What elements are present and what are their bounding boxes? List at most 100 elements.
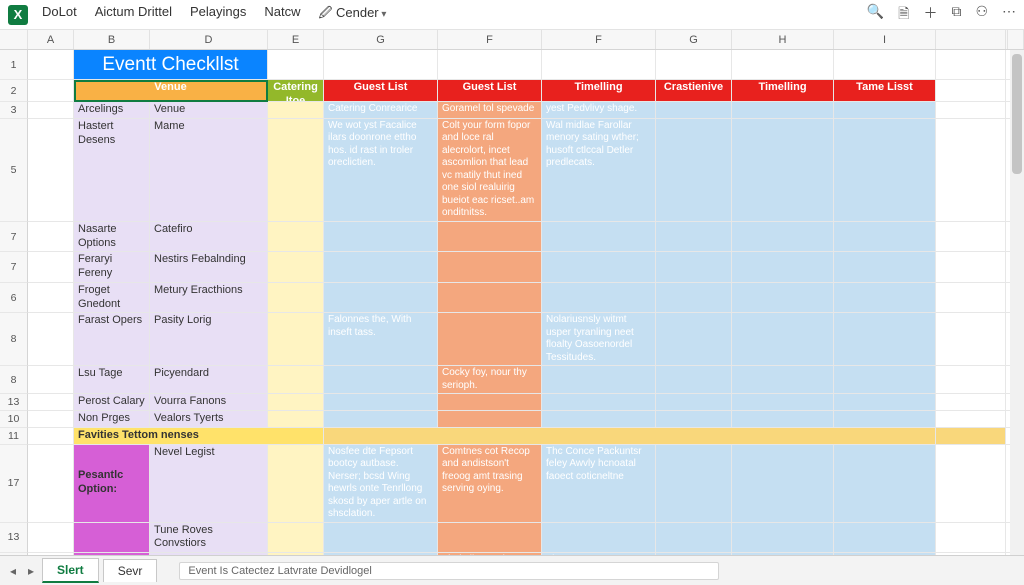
cell[interactable]: Catefiro [150, 222, 268, 253]
cell[interactable] [438, 283, 542, 314]
row-header[interactable]: 1 [0, 50, 28, 80]
cell[interactable]: Nestirs Febalnding [150, 252, 268, 283]
cell[interactable] [268, 222, 324, 253]
cell[interactable] [542, 222, 656, 253]
cell[interactable]: Nevel Legist [150, 445, 268, 523]
cell[interactable] [656, 411, 732, 428]
row-header[interactable]: 8 [0, 313, 28, 366]
cell[interactable] [834, 445, 936, 523]
more-icon[interactable]: ⋯ [1002, 3, 1016, 27]
header-timelling[interactable]: Timelling [732, 80, 834, 102]
cell[interactable] [936, 50, 1006, 80]
cell[interactable]: Cocky foy, nour thy serioph. [438, 366, 542, 394]
cell[interactable] [834, 313, 936, 366]
cell[interactable]: Arcelings [74, 102, 150, 119]
row-header[interactable]: 6 [0, 283, 28, 314]
cell[interactable] [268, 445, 324, 523]
cell[interactable] [542, 283, 656, 314]
cell[interactable] [28, 283, 74, 314]
cell[interactable] [438, 411, 542, 428]
cell[interactable] [268, 411, 324, 428]
tab-next-icon[interactable]: ▸ [24, 564, 38, 578]
cell[interactable] [732, 102, 834, 119]
cell[interactable] [438, 222, 542, 253]
cell[interactable]: Nosfee dte Fepsort bootcy autbase. Nerse… [324, 445, 438, 523]
cell[interactable] [268, 313, 324, 366]
cell[interactable]: Falonnes the, With inseft tass. [324, 313, 438, 366]
vertical-scrollbar[interactable] [1010, 50, 1024, 555]
cell[interactable]: Thc Conce Packuntsr feley Awvly hcnoatal… [542, 445, 656, 523]
cell[interactable] [936, 523, 1006, 554]
cell[interactable]: Catering Conrearice [324, 102, 438, 119]
menu-item[interactable]: Aictum Drittel [95, 4, 172, 26]
cell[interactable] [268, 102, 324, 119]
cell[interactable] [936, 411, 1006, 428]
row-header[interactable]: 13 [0, 523, 28, 554]
cell[interactable] [28, 428, 74, 445]
cell[interactable] [656, 119, 732, 222]
header-creative[interactable]: Crastienive [656, 80, 732, 102]
cell[interactable]: Venue [150, 102, 268, 119]
cell[interactable] [732, 523, 834, 554]
search-icon[interactable]: 🔍 [867, 3, 884, 27]
cell[interactable]: yest Pedvlivy shage. [542, 102, 656, 119]
cell[interactable] [438, 252, 542, 283]
cell[interactable]: Lsu Tage [74, 366, 150, 394]
cell[interactable] [542, 394, 656, 411]
cell[interactable]: Wal midlae Farollar menory sating wther;… [542, 119, 656, 222]
cell[interactable] [834, 394, 936, 411]
menu-dropdown[interactable]: 🖉 Cender [319, 4, 387, 26]
cell[interactable] [28, 80, 74, 102]
cell[interactable] [438, 394, 542, 411]
sheet-tab[interactable]: Slert [42, 558, 99, 583]
cell[interactable] [732, 222, 834, 253]
cell[interactable] [438, 313, 542, 366]
cell[interactable] [542, 411, 656, 428]
cell[interactable]: Picyendard [150, 366, 268, 394]
app-icon[interactable]: X [8, 5, 28, 25]
cell[interactable] [656, 50, 732, 80]
menu-item[interactable]: Pelayings [190, 4, 246, 26]
tab-prev-icon[interactable]: ◂ [6, 564, 20, 578]
cell[interactable] [324, 50, 438, 80]
cell[interactable]: We wot yst Facalice ilars doonrone ettho… [324, 119, 438, 222]
row-header[interactable]: 5 [0, 119, 28, 222]
cell[interactable] [656, 313, 732, 366]
menu-item[interactable]: DoLot [42, 4, 77, 26]
section-header[interactable]: Favities Tettom nenses [74, 428, 324, 445]
grid-area[interactable]: 1 Eventt Checkllst 2 Venue Catering Itoe… [0, 50, 1024, 555]
cell[interactable] [936, 222, 1006, 253]
cell[interactable] [268, 50, 324, 80]
cell[interactable] [936, 313, 1006, 366]
cell[interactable] [28, 523, 74, 554]
cell[interactable] [324, 222, 438, 253]
cell[interactable]: Pasity Lorig [150, 313, 268, 366]
cell[interactable] [656, 366, 732, 394]
header-guestlist[interactable]: Guest List [438, 80, 542, 102]
cell[interactable] [542, 252, 656, 283]
cell[interactable] [656, 102, 732, 119]
merged-label[interactable]: Pesantlc Option: [74, 445, 150, 523]
cell[interactable] [542, 366, 656, 394]
cell[interactable] [438, 523, 542, 554]
cell[interactable] [936, 283, 1006, 314]
plus-icon[interactable]: ＋ [923, 3, 937, 27]
cell[interactable] [936, 428, 1006, 445]
cell[interactable] [936, 445, 1006, 523]
cell[interactable] [656, 394, 732, 411]
page-icon[interactable]: 🗎 [898, 3, 909, 27]
cell[interactable]: Comtnes cot Recop and andistson't freoog… [438, 445, 542, 523]
cell[interactable] [324, 366, 438, 394]
col-header[interactable]: E [268, 30, 324, 49]
cell[interactable]: Metury Eracthions [150, 283, 268, 314]
cell[interactable] [268, 252, 324, 283]
cell[interactable]: Vealors Tyerts [150, 411, 268, 428]
share-icon[interactable]: ⧉ [951, 3, 961, 27]
row-header[interactable]: 7 [0, 222, 28, 253]
cell[interactable] [324, 252, 438, 283]
cell[interactable] [936, 80, 1006, 102]
col-header[interactable]: I [834, 30, 936, 49]
row-header[interactable]: 7 [0, 252, 28, 283]
cell[interactable] [656, 222, 732, 253]
cell[interactable] [28, 252, 74, 283]
